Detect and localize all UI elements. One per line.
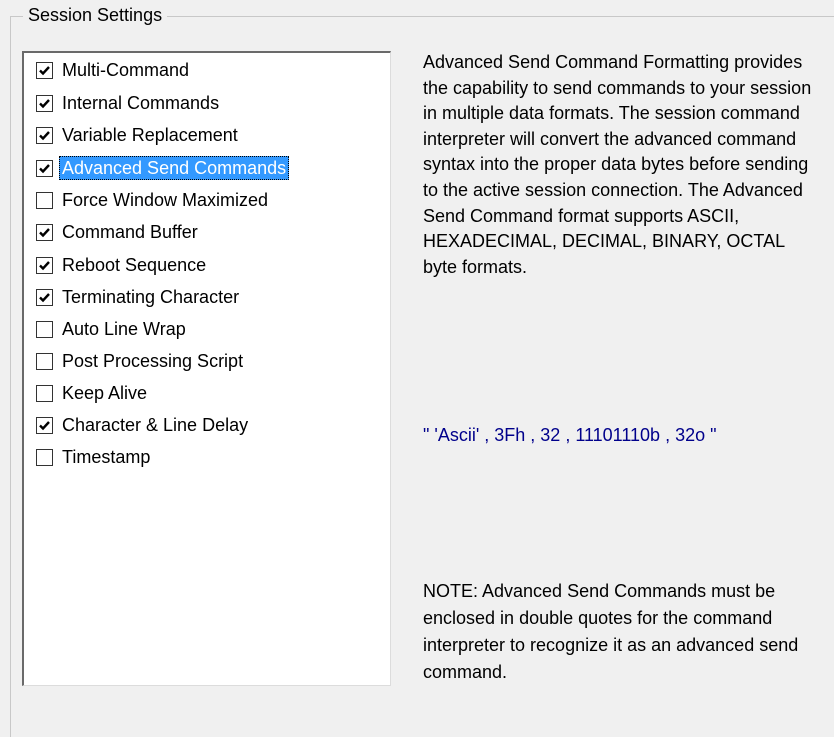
- list-item-label: Internal Commands: [62, 93, 220, 113]
- list-item-terminating-character[interactable]: Terminating Character: [36, 284, 242, 310]
- checkbox[interactable]: [36, 256, 53, 274]
- list-item-command-buffer[interactable]: Command Buffer: [36, 219, 201, 245]
- checkmark-icon: [39, 260, 50, 270]
- checkmark-icon: [39, 130, 50, 140]
- checkbox[interactable]: [36, 448, 53, 466]
- list-item-label: Multi-Command: [62, 60, 190, 80]
- checkbox[interactable]: [36, 223, 53, 241]
- checkbox[interactable]: [36, 126, 53, 144]
- checkbox[interactable]: [36, 159, 53, 177]
- checkmark-icon: [39, 227, 50, 237]
- list-item-character-line-delay[interactable]: Character & Line Delay: [36, 412, 251, 438]
- groupbox-title: Session Settings: [23, 4, 168, 26]
- checkmark-icon: [39, 65, 50, 75]
- checkbox[interactable]: [36, 61, 53, 79]
- list-item-label: Variable Replacement: [62, 125, 238, 145]
- usage-note: NOTE: Advanced Send Commands must be enc…: [423, 581, 799, 682]
- list-item-force-window-maximized[interactable]: Force Window Maximized: [36, 187, 271, 213]
- list-item-label: Terminating Character: [62, 287, 240, 307]
- checkbox[interactable]: [36, 320, 53, 338]
- list-item-label: Auto Line Wrap: [62, 319, 186, 339]
- list-item-label: Command Buffer: [62, 222, 198, 242]
- checkbox[interactable]: [36, 288, 53, 306]
- list-item-advanced-send-commands[interactable]: Advanced Send Commands: [36, 155, 290, 181]
- list-item-label: Character & Line Delay: [62, 415, 249, 435]
- list-item-internal-commands[interactable]: Internal Commands: [36, 90, 222, 116]
- list-item-label: Advanced Send Commands: [59, 156, 290, 180]
- list-item-timestamp[interactable]: Timestamp: [36, 444, 153, 470]
- feature-description: Advanced Send Command Formatting provide…: [423, 52, 812, 277]
- checkmark-icon: [39, 420, 50, 430]
- checkbox[interactable]: [36, 352, 53, 370]
- list-item-reboot-sequence[interactable]: Reboot Sequence: [36, 252, 209, 278]
- list-item-keep-alive[interactable]: Keep Alive: [36, 380, 150, 406]
- checkbox[interactable]: [36, 191, 53, 209]
- list-item-label: Force Window Maximized: [62, 190, 269, 210]
- list-item-multi-command[interactable]: Multi-Command: [36, 57, 192, 83]
- checkmark-icon: [39, 98, 50, 108]
- checkbox[interactable]: [36, 384, 53, 402]
- list-item-post-processing-script[interactable]: Post Processing Script: [36, 348, 246, 374]
- checkbox[interactable]: [36, 416, 53, 434]
- settings-checklist[interactable]: Multi-Command Internal Commands Variable…: [22, 51, 391, 686]
- list-item-label: Reboot Sequence: [62, 255, 207, 275]
- list-item-label: Keep Alive: [62, 383, 148, 403]
- checkmark-icon: [39, 292, 50, 302]
- list-item-auto-line-wrap[interactable]: Auto Line Wrap: [36, 316, 189, 342]
- checkmark-icon: [39, 163, 50, 173]
- list-item-label: Post Processing Script: [62, 351, 244, 371]
- syntax-example: " 'Ascii' , 3Fh , 32 , 11101110b , 32o ": [423, 425, 717, 445]
- checkbox[interactable]: [36, 94, 53, 112]
- list-item-variable-replacement[interactable]: Variable Replacement: [36, 122, 241, 148]
- list-item-label: Timestamp: [62, 447, 151, 467]
